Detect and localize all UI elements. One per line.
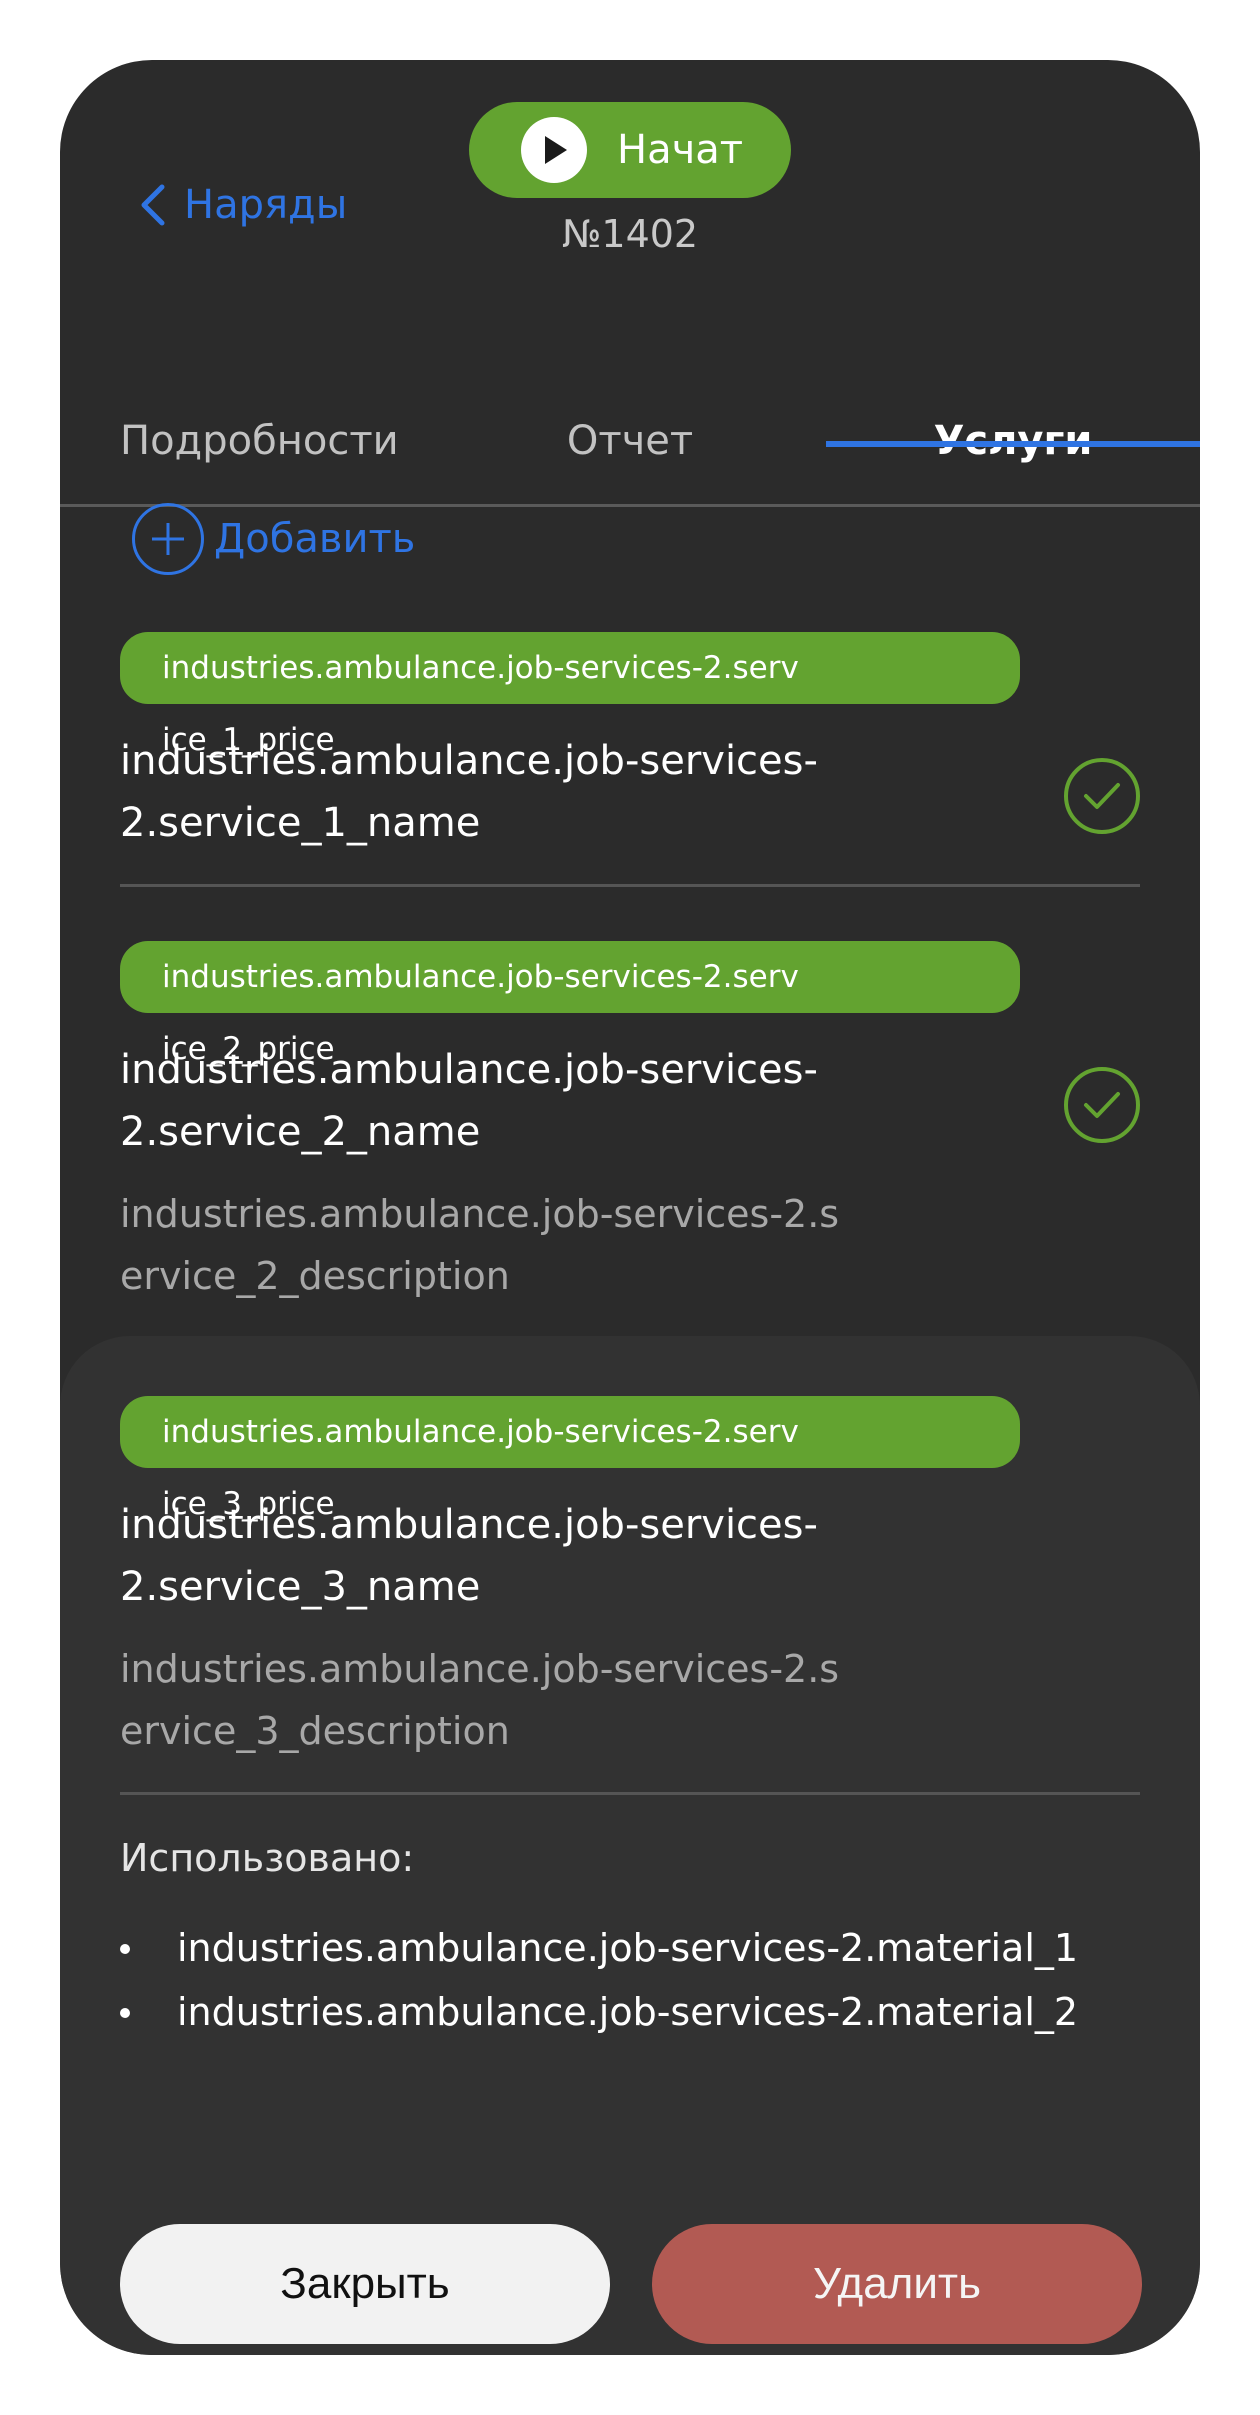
service-name: industries.ambulance.job-services-2.serv… (120, 738, 818, 846)
order-number: №1402 (561, 212, 699, 256)
tab-report[interactable]: Отчет (440, 378, 820, 504)
tab-details[interactable]: Подробности (60, 378, 440, 504)
check-icon[interactable] (1064, 758, 1140, 834)
app-screen: Наряды Начат №1402 Подробности Отчет Усл… (60, 60, 1200, 2355)
used-materials-list: industries.ambulance.job-services-2.mate… (120, 1916, 1078, 2044)
service-name: industries.ambulance.job-services-2.serv… (120, 1047, 818, 1155)
check-icon[interactable] (1064, 1067, 1140, 1143)
service-item: industries.ambulance.job-services-2.serv… (120, 632, 1140, 912)
play-icon (521, 117, 587, 183)
divider (120, 884, 1140, 887)
start-status-label: Начат (617, 127, 744, 173)
service-item: industries.ambulance.job-services-2.serv… (120, 941, 1140, 1321)
material-item: industries.ambulance.job-services-2.mate… (120, 1980, 1078, 2044)
start-status-button[interactable]: Начат (469, 102, 791, 198)
material-item: industries.ambulance.job-services-2.mate… (120, 1916, 1078, 1980)
add-service-button[interactable]: Добавить (132, 499, 415, 579)
active-tab-indicator (826, 441, 1200, 447)
used-materials-title: Использовано: (120, 1836, 415, 1880)
add-service-label: Добавить (214, 516, 416, 562)
service-item: industries.ambulance.job-services-2.serv… (120, 1396, 1140, 1776)
delete-button[interactable]: Удалить (652, 2224, 1142, 2344)
service-description: industries.ambulance.job-services-2.serv… (120, 1192, 840, 1298)
service-description: industries.ambulance.job-services-2.serv… (120, 1647, 840, 1753)
bottom-sheet: industries.ambulance.job-services-2.serv… (60, 1336, 1200, 2355)
plus-icon (132, 503, 204, 575)
divider (120, 1792, 1140, 1795)
close-button[interactable]: Закрыть (120, 2224, 610, 2344)
service-name: industries.ambulance.job-services-2.serv… (120, 1502, 818, 1610)
